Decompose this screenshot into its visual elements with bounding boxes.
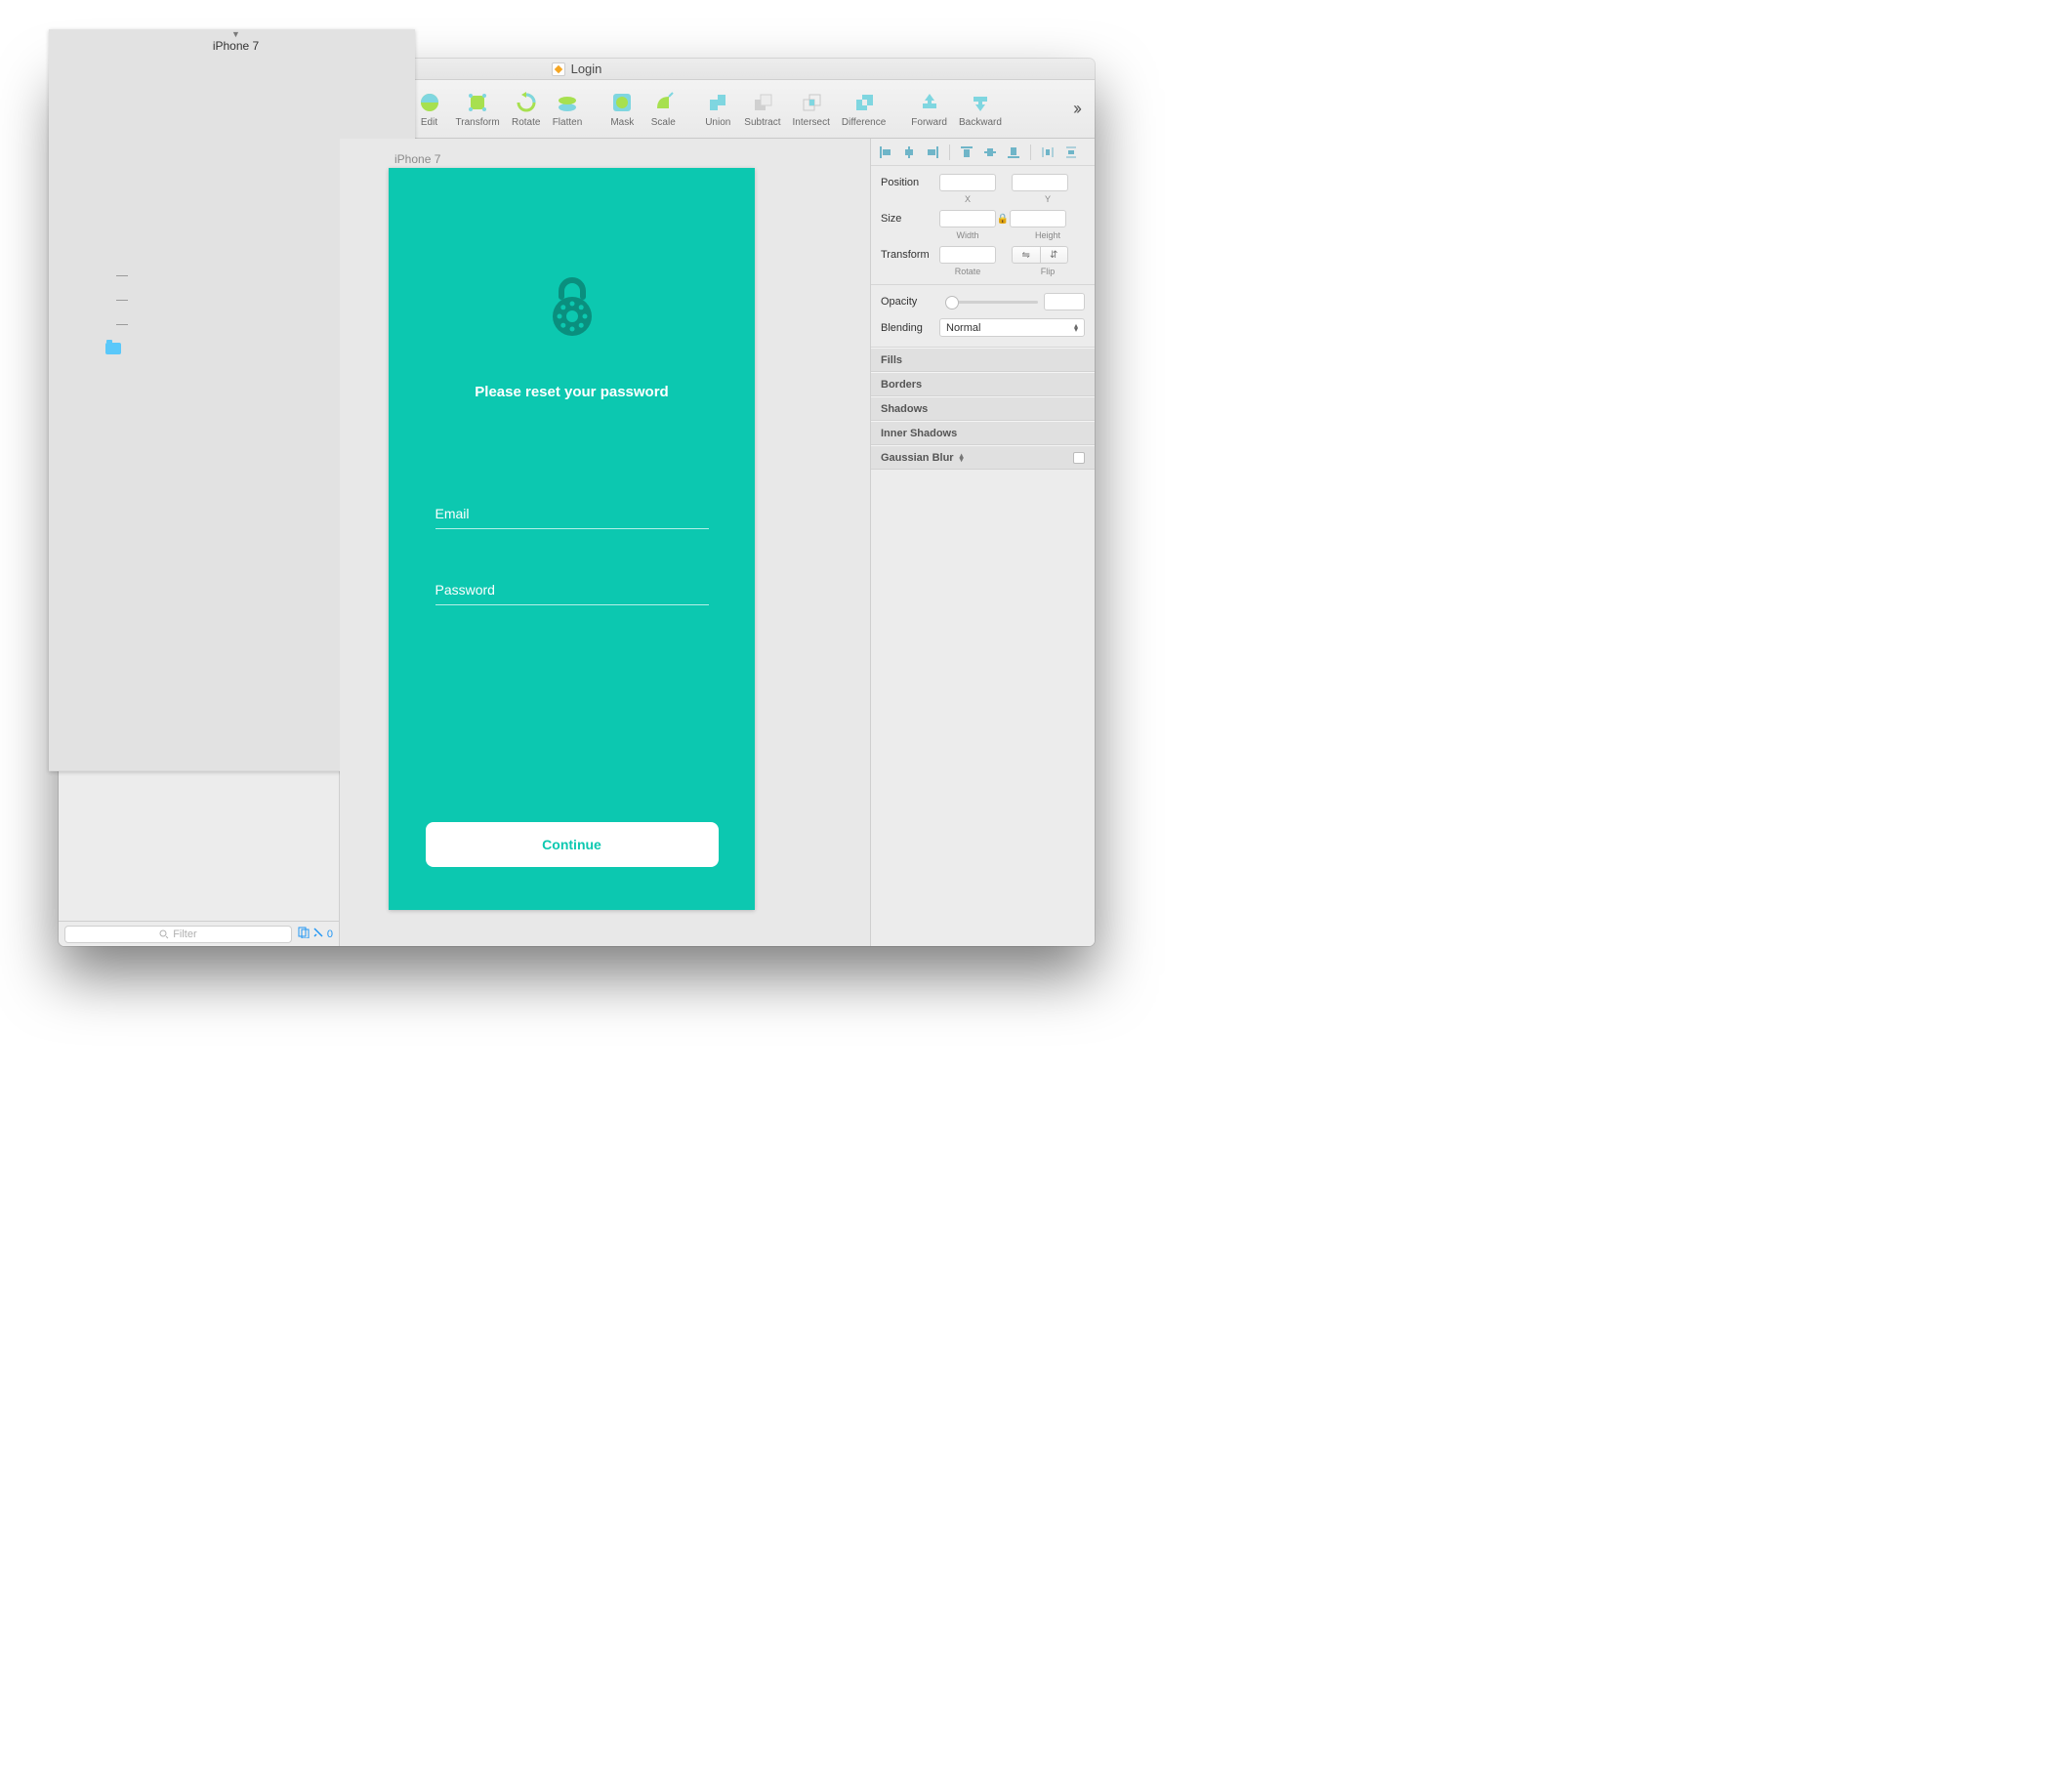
artboard-title[interactable]: iPhone 7	[394, 152, 440, 166]
difference-icon[interactable]	[850, 90, 879, 115]
line-layer-icon	[113, 292, 131, 308]
backward-icon[interactable]	[966, 90, 995, 115]
scale-icon[interactable]	[648, 90, 678, 115]
app-window: Login ＋▾ Insert Group Ungroup Create Sym…	[59, 59, 1095, 946]
difference-label: Difference	[842, 117, 886, 128]
edit-label: Edit	[421, 117, 437, 128]
artboard-iphone7[interactable]: Please reset your password Email Passwor…	[389, 168, 755, 910]
forward-icon[interactable]	[915, 90, 944, 115]
layers-panel: Page 1 ⌄ iPhone 7 AaContinue AaPassword …	[59, 139, 340, 946]
select-arrows-icon: ▴▾	[960, 454, 964, 462]
opacity-slider[interactable]	[945, 301, 1038, 304]
line-layer-icon	[113, 316, 131, 332]
fills-section-header[interactable]: Fills	[871, 348, 1095, 372]
shadows-section-header[interactable]: Shadows	[871, 396, 1095, 421]
y-sublabel: Y	[1019, 194, 1076, 204]
transform-icon[interactable]	[463, 90, 492, 115]
intersect-icon[interactable]	[797, 90, 826, 115]
inner-shadows-label: Inner Shadows	[881, 428, 957, 439]
x-sublabel: X	[939, 194, 996, 204]
pages-filter-icon[interactable]	[298, 927, 310, 941]
flip-sublabel: Flip	[1019, 267, 1076, 276]
opacity-label: Opacity	[881, 296, 939, 308]
inspector-panel: Position X Y Size 🔒 Width Height Transform ⇋…	[870, 139, 1095, 946]
filter-placeholder: Filter	[173, 929, 196, 940]
flatten-label: Flatten	[553, 117, 583, 128]
slice-filter-icon[interactable]	[312, 927, 324, 941]
subtract-label: Subtract	[744, 117, 780, 128]
mask-label: Mask	[610, 117, 634, 128]
gaussian-blur-label: Gaussian Blur	[881, 452, 954, 464]
position-label: Position	[881, 177, 939, 188]
rotate-icon[interactable]	[512, 90, 541, 115]
flip-h-icon[interactable]: ⇋	[1013, 247, 1041, 263]
blending-select[interactable]: Normal ▴▾	[939, 318, 1085, 337]
layer-artboard[interactable]: iPhone 7	[59, 166, 339, 771]
align-center-h-icon[interactable]	[900, 144, 918, 161]
canvas[interactable]: iPhone 7 Please reset your password Emai…	[340, 139, 870, 946]
mask-icon[interactable]	[607, 90, 637, 115]
flatten-icon[interactable]	[553, 90, 582, 115]
width-input[interactable]	[939, 210, 996, 227]
subtract-icon[interactable]	[748, 90, 777, 115]
edit-icon[interactable]	[415, 90, 444, 115]
align-center-v-icon[interactable]	[981, 144, 999, 161]
reset-password-heading: Please reset your password	[475, 384, 668, 400]
shadows-label: Shadows	[881, 403, 928, 415]
transform-label: Transform	[456, 117, 500, 128]
flip-segmented[interactable]: ⇋⇵	[1012, 246, 1068, 264]
intersect-label: Intersect	[793, 117, 830, 128]
filter-count: 0	[327, 929, 333, 940]
select-arrows-icon: ▴▾	[1074, 324, 1078, 332]
filter-input[interactable]: Filter	[64, 926, 292, 943]
align-left-icon[interactable]	[877, 144, 894, 161]
transform-label: Transform	[881, 249, 939, 261]
inner-shadows-section-header[interactable]: Inner Shadows	[871, 421, 1095, 445]
document-icon	[552, 62, 565, 76]
height-sublabel: Height	[1019, 230, 1076, 240]
blending-value: Normal	[946, 322, 980, 334]
forward-label: Forward	[911, 117, 947, 128]
gaussian-blur-section-header[interactable]: Gaussian Blur ▴▾	[871, 445, 1095, 470]
lock-icon	[548, 275, 597, 343]
flip-v-icon[interactable]: ⇵	[1041, 247, 1068, 263]
union-label: Union	[705, 117, 730, 128]
line-layer-icon	[113, 268, 131, 283]
gaussian-blur-checkbox[interactable]	[1073, 452, 1085, 464]
search-icon	[159, 929, 169, 939]
email-field: Email	[435, 506, 709, 529]
alignment-bar	[871, 139, 1095, 166]
rotate-sublabel: Rotate	[939, 267, 996, 276]
folder-icon	[105, 343, 121, 354]
window-title: Login	[571, 62, 602, 76]
union-icon[interactable]	[703, 90, 732, 115]
size-label: Size	[881, 213, 939, 225]
borders-label: Borders	[881, 379, 922, 391]
position-y-input[interactable]	[1012, 174, 1068, 191]
align-bottom-icon[interactable]	[1005, 144, 1022, 161]
fills-label: Fills	[881, 354, 902, 366]
opacity-input[interactable]	[1044, 293, 1085, 310]
borders-section-header[interactable]: Borders	[871, 372, 1095, 396]
backward-label: Backward	[959, 117, 1002, 128]
password-field: Password	[435, 582, 709, 605]
continue-button: Continue	[426, 822, 719, 867]
lock-aspect-icon[interactable]: 🔒	[996, 214, 1010, 225]
align-right-icon[interactable]	[924, 144, 941, 161]
scale-label: Scale	[651, 117, 676, 128]
width-sublabel: Width	[939, 230, 996, 240]
distribute-v-icon[interactable]	[1062, 144, 1080, 161]
distribute-h-icon[interactable]	[1039, 144, 1057, 161]
blending-label: Blending	[881, 322, 939, 334]
height-input[interactable]	[1010, 210, 1066, 227]
rotate-input[interactable]	[939, 246, 996, 264]
position-x-input[interactable]	[939, 174, 996, 191]
rotate-label: Rotate	[512, 117, 540, 128]
toolbar-overflow-button[interactable]: ››	[1073, 99, 1087, 119]
align-top-icon[interactable]	[958, 144, 975, 161]
